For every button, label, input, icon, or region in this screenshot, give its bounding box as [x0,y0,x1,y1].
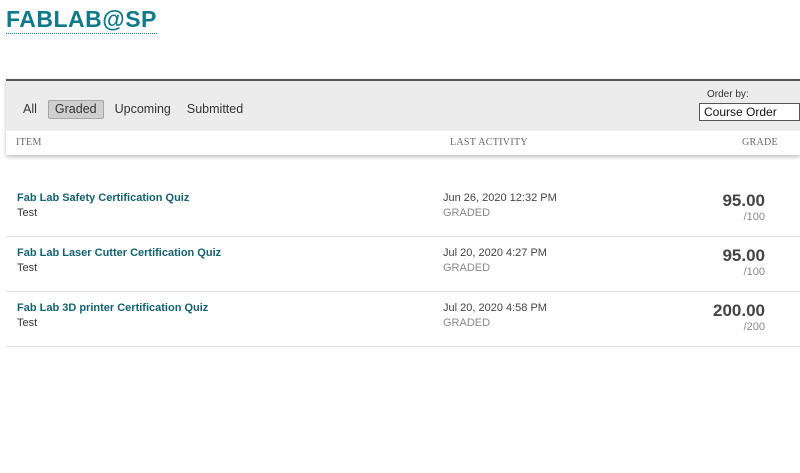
filter-graded[interactable]: Graded [47,100,104,119]
activity-status: GRADED [443,262,491,274]
column-header-grade: GRADE [742,137,778,148]
grade-row: Fab Lab Safety Certification Quiz Test J… [6,182,800,237]
column-headers: ITEM LAST ACTIVITY GRADE [6,131,800,155]
column-header-item: ITEM [16,137,42,148]
item-title-link[interactable]: Fab Lab Laser Cutter Certification Quiz [17,247,221,259]
item-title-link[interactable]: Fab Lab 3D printer Certification Quiz [17,302,208,314]
grade-score: 95.00 [722,246,765,265]
grade-max-points: /200 [743,321,765,333]
filter-bar: All Graded Upcoming Submitted [18,100,248,119]
grade-max-points: /100 [743,266,765,278]
grade-row: Fab Lab 3D printer Certification Quiz Te… [6,292,800,347]
order-by-select[interactable]: Course Order [699,103,800,121]
course-title[interactable]: FABLAB@SP [6,6,157,34]
item-type: Test [17,317,38,329]
order-by-label: Order by: [707,89,749,100]
grade-list: Fab Lab Safety Certification Quiz Test J… [6,182,800,347]
activity-status: GRADED [443,317,491,329]
last-activity-date: Jul 20, 2020 4:27 PM [443,247,547,259]
column-header-last-activity: LAST ACTIVITY [450,137,528,148]
grade-row: Fab Lab Laser Cutter Certification Quiz … [6,237,800,292]
activity-status: GRADED [443,207,491,219]
item-type: Test [17,262,38,274]
grade-score: 200.00 [713,301,765,320]
grade-score: 95.00 [722,191,765,210]
grades-header-panel: All Graded Upcoming Submitted Order by: … [6,79,800,155]
filter-all[interactable]: All [18,100,42,119]
filter-submitted[interactable]: Submitted [182,100,248,119]
last-activity-date: Jul 20, 2020 4:58 PM [443,302,547,314]
item-title-link[interactable]: Fab Lab Safety Certification Quiz [17,192,189,204]
item-type: Test [17,207,38,219]
filter-upcoming[interactable]: Upcoming [110,100,176,119]
grade-max-points: /100 [743,211,765,223]
last-activity-date: Jun 26, 2020 12:32 PM [443,192,557,204]
